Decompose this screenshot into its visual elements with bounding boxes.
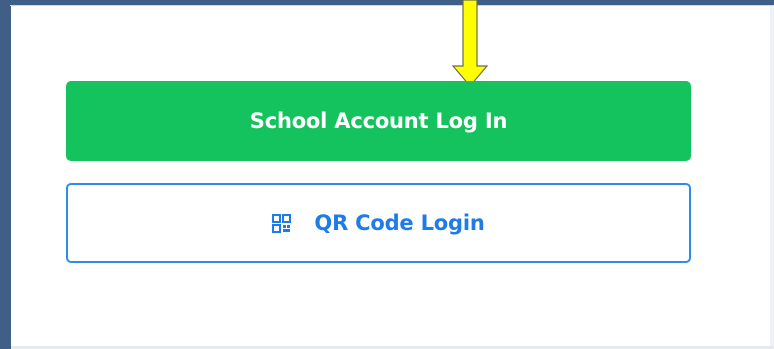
- window-left-border: [0, 0, 11, 349]
- qr-code-icon: [272, 214, 292, 233]
- school-account-login-button[interactable]: School Account Log In: [66, 81, 691, 161]
- qr-code-login-button[interactable]: QR Code Login: [66, 183, 691, 263]
- window-right-edge: [770, 6, 774, 349]
- qr-code-login-label: QR Code Login: [314, 211, 485, 235]
- arrow-down-icon: [451, 0, 489, 87]
- login-panel: School Account Log In QR Code Login: [0, 0, 774, 349]
- window-inner-divider: [10, 5, 774, 6]
- school-account-login-label: School Account Log In: [249, 109, 508, 133]
